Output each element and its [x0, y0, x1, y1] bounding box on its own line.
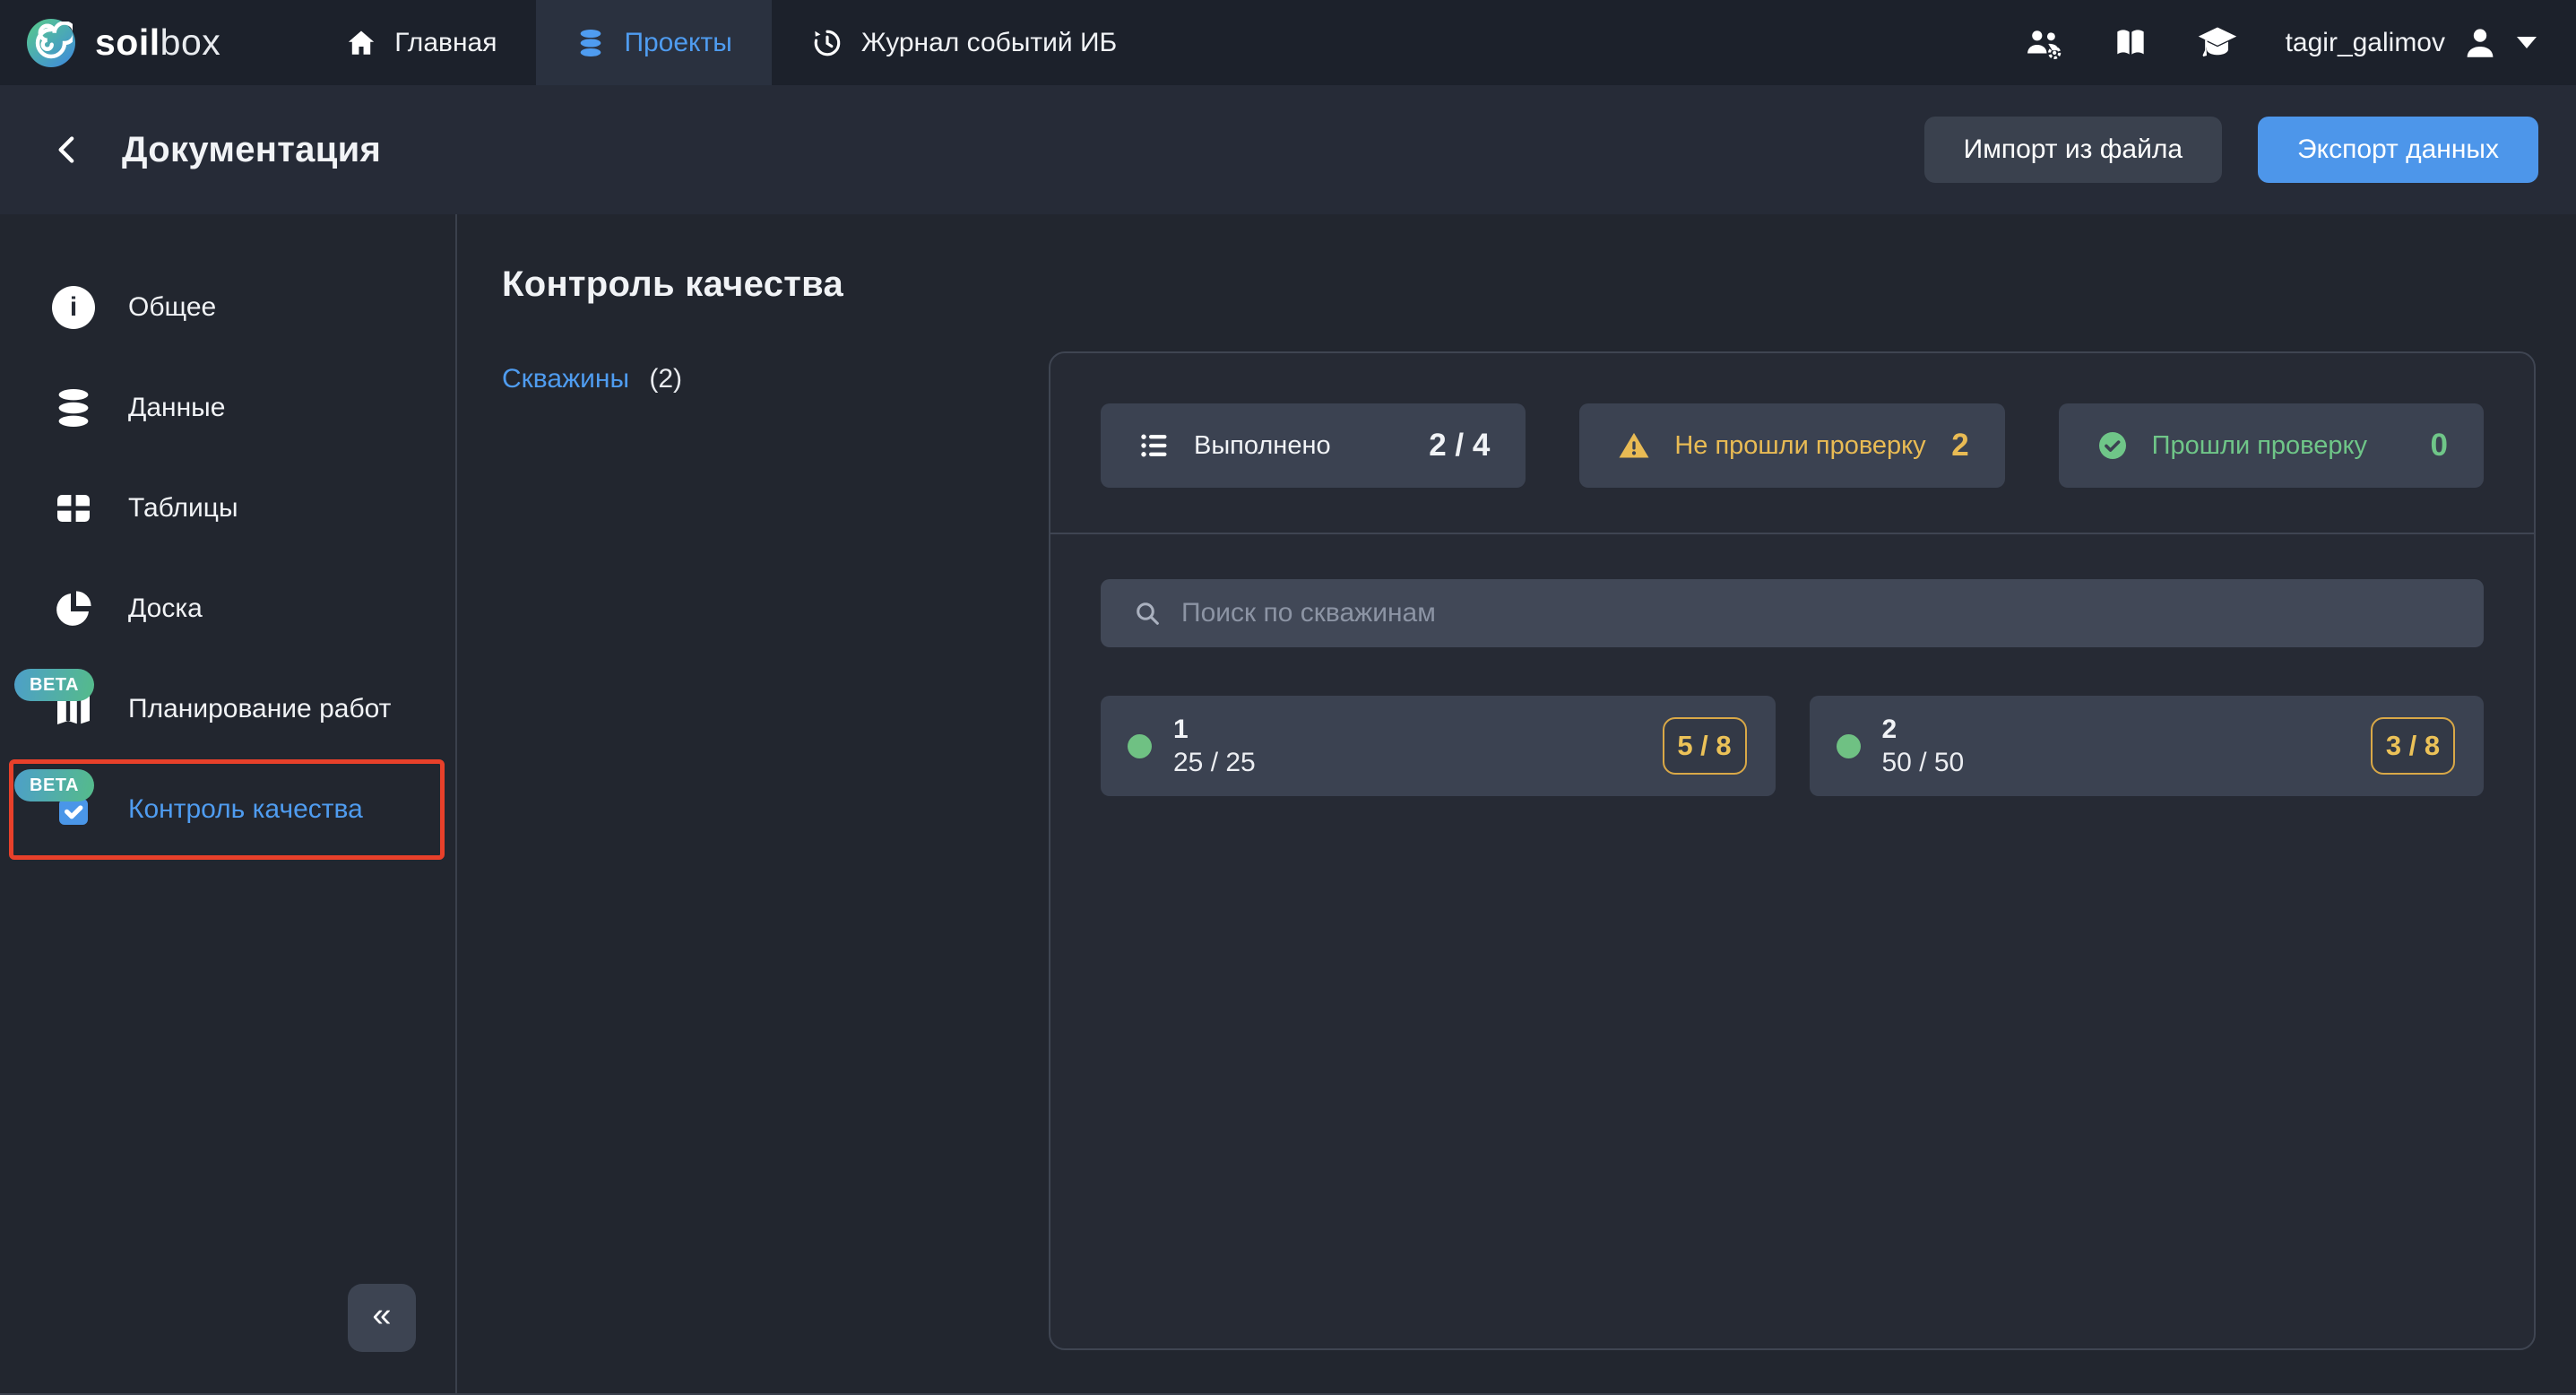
user-menu[interactable]: tagir_galimov [2286, 24, 2537, 62]
well-name: 1 [1173, 713, 1256, 747]
sidebar-item-label: Таблицы [128, 493, 238, 524]
users-settings-button[interactable] [2024, 25, 2065, 61]
table-icon [51, 486, 96, 531]
stat-value: 2 [1951, 428, 1968, 464]
beta-badge: BETA [14, 669, 94, 701]
well-card[interactable]: 1 25 / 25 5 / 8 [1101, 696, 1776, 796]
soilbox-logo-icon [27, 19, 75, 67]
well-progress: 50 / 50 [1882, 746, 1965, 780]
back-button[interactable] [50, 128, 86, 171]
nav-tab-security-log[interactable]: Журнал событий ИБ [772, 0, 1156, 85]
stat-label: Выполнено [1194, 431, 1331, 461]
database-icon [575, 28, 606, 58]
stat-card-failed[interactable]: Не прошли проверку 2 [1579, 403, 2004, 488]
users-gear-icon [2024, 25, 2065, 61]
brand-light: box [160, 22, 221, 63]
well-check-badge: 5 / 8 [1663, 717, 1747, 775]
status-dot-icon [1837, 734, 1861, 758]
wells-count: (2) [649, 364, 682, 394]
docs-button[interactable] [2112, 25, 2149, 61]
nav-right: tagir_galimov [2024, 0, 2576, 85]
database-icon [51, 386, 96, 430]
sidebar-item-tables[interactable]: Таблицы [0, 458, 455, 559]
page-header: Документация Импорт из файла Экспорт дан… [0, 85, 2576, 214]
nav-tab-home[interactable]: Главная [307, 0, 536, 85]
nav-tabs: Главная Проекты Журнал событий ИБ [307, 0, 1156, 85]
well-texts: 2 50 / 50 [1882, 713, 1965, 780]
stat-card-done[interactable]: Выполнено 2 / 4 [1101, 403, 1526, 488]
book-icon [2112, 25, 2149, 61]
list-icon [1138, 429, 1171, 462]
user-icon [2461, 24, 2499, 62]
top-nav: soilbox Главная Проекты [0, 0, 2576, 85]
sidebar-item-label: Общее [128, 292, 216, 323]
info-icon: i [51, 285, 96, 330]
pie-chart-icon [51, 586, 96, 631]
brand[interactable]: soilbox [0, 0, 253, 85]
home-icon [346, 28, 376, 58]
well-texts: 1 25 / 25 [1173, 713, 1256, 780]
history-icon [811, 27, 843, 59]
nav-tab-label: Журнал событий ИБ [861, 28, 1117, 58]
stat-label: Не прошли проверку [1674, 431, 1925, 461]
search-icon [1133, 599, 1162, 628]
import-file-button[interactable]: Импорт из файла [1924, 117, 2222, 183]
brand-bold: soil [95, 22, 160, 63]
content-body: i Общее Данные [0, 214, 2576, 1395]
warning-icon [1617, 429, 1651, 462]
stats-row: Выполнено 2 / 4 Не прошли проверку 2 [1101, 403, 2484, 488]
sidebar-item-label: Планирование работ [128, 694, 391, 724]
chevron-left-icon [50, 128, 86, 171]
app-window: soilbox Главная Проекты [0, 0, 2576, 1395]
sidebar-collapse-button[interactable]: « [348, 1284, 416, 1352]
sidebar-item-label: Доска [128, 594, 203, 624]
export-data-button[interactable]: Экспорт данных [2258, 117, 2538, 183]
wells-row: 1 25 / 25 5 / 8 2 50 / 50 3 / 8 [1101, 696, 2484, 796]
stat-value: 0 [2431, 428, 2448, 464]
status-dot-icon [1128, 734, 1152, 758]
nav-tab-label: Главная [394, 28, 497, 58]
sidebar-item-quality-control[interactable]: BETA Контроль качества [9, 759, 445, 860]
sidebar-item-label: Контроль качества [128, 794, 363, 825]
well-check-badge: 3 / 8 [2371, 717, 2455, 775]
sidebar-item-board[interactable]: Доска [0, 559, 455, 659]
learning-button[interactable] [2196, 24, 2239, 62]
well-progress: 25 / 25 [1173, 746, 1256, 780]
chevron-down-icon [2517, 37, 2537, 48]
check-circle-icon [2096, 429, 2129, 462]
stat-value: 2 / 4 [1429, 428, 1490, 464]
stat-label: Прошли проверку [2152, 431, 2367, 461]
page-title: Документация [122, 130, 381, 170]
wells-link-col: Скважины (2) [502, 351, 1049, 1350]
brand-text: soilbox [95, 22, 220, 64]
beta-badge: BETA [14, 769, 94, 801]
panel-divider [1050, 533, 2534, 534]
section-title: Контроль качества [502, 264, 2536, 305]
nav-tab-projects[interactable]: Проекты [536, 0, 771, 85]
well-name: 2 [1882, 713, 1965, 747]
sidebar-item-work-planning[interactable]: BETA Планирование работ [0, 659, 455, 759]
well-card[interactable]: 2 50 / 50 3 / 8 [1810, 696, 2485, 796]
quality-panel: Выполнено 2 / 4 Не прошли проверку 2 [1049, 351, 2536, 1350]
search-input[interactable] [1181, 598, 2468, 628]
sidebar-item-general[interactable]: i Общее [0, 257, 455, 358]
username: tagir_galimov [2286, 28, 2445, 58]
sidebar-item-label: Данные [128, 393, 225, 423]
stat-card-passed[interactable]: Прошли проверку 0 [2059, 403, 2484, 488]
graduation-cap-icon [2196, 24, 2239, 62]
sidebar: i Общее Данные [0, 214, 457, 1393]
wells-link[interactable]: Скважины [502, 364, 629, 394]
sidebar-item-data[interactable]: Данные [0, 358, 455, 458]
nav-tab-label: Проекты [624, 28, 731, 58]
main-row: Скважины (2) Выполнено 2 / 4 [502, 351, 2536, 1350]
main-area: Контроль качества Скважины (2) [457, 214, 2576, 1393]
search-box [1101, 579, 2484, 647]
